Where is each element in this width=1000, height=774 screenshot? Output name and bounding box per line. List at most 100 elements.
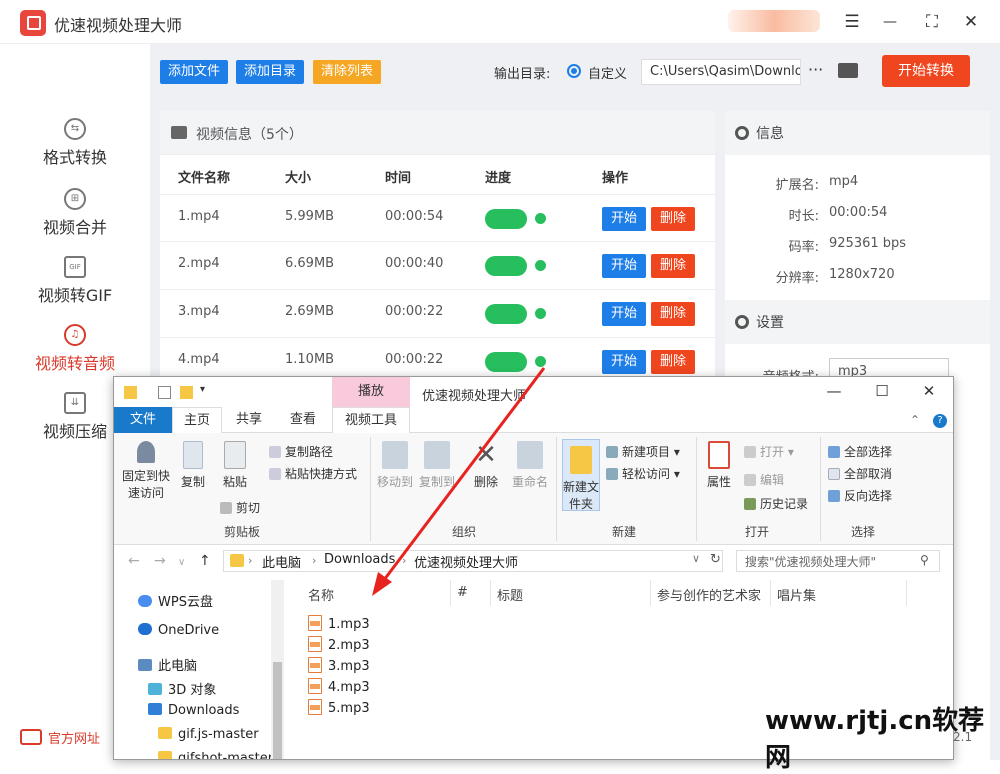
column-header-title[interactable]: 标题 — [497, 585, 523, 604]
cut-button[interactable]: 剪切 — [220, 499, 260, 516]
sidebar-item-video-to-gif[interactable]: GIF 视频转GIF — [0, 250, 150, 316]
tab-share[interactable]: 共享 — [226, 407, 272, 433]
start-button[interactable]: 开始 — [602, 350, 646, 374]
move-to-button[interactable]: 移动到 — [374, 441, 416, 490]
list-item[interactable]: 3.mp3 — [308, 657, 370, 674]
maximize-icon[interactable]: ☐ — [868, 382, 896, 400]
back-arrow-icon[interactable]: ← — [128, 553, 140, 569]
column-header-number[interactable]: # — [457, 585, 468, 600]
up-arrow-icon[interactable]: ↑ — [199, 553, 211, 569]
tab-home[interactable]: 主页 — [172, 407, 222, 433]
edit-button[interactable]: 编辑 — [744, 471, 784, 488]
sidebar-item-label: 视频压缩 — [42, 422, 107, 441]
chevron-down-icon[interactable]: ∨ — [178, 557, 185, 568]
properties-button[interactable]: 属性 — [702, 441, 736, 490]
close-icon[interactable]: ✕ — [959, 10, 983, 34]
open-folder-icon[interactable] — [838, 63, 858, 78]
copy-to-button[interactable]: 复制到 — [416, 441, 458, 490]
start-button[interactable]: 开始 — [602, 302, 646, 326]
breadcrumb-this-pc[interactable]: 此电脑 — [262, 552, 301, 571]
refresh-icon[interactable]: ↻ — [710, 552, 721, 567]
official-site-link[interactable]: 官方网址 — [48, 728, 100, 747]
nav-item-this-pc[interactable]: 此电脑 — [138, 655, 197, 674]
table-row[interactable]: 2.mp4 6.69MB 00:00:40 开始 删除 — [160, 242, 715, 290]
mp3-file-icon — [308, 636, 322, 652]
nav-item-3d-objects[interactable]: 3D 对象 — [148, 679, 216, 698]
tab-file[interactable]: 文件 — [114, 407, 172, 433]
breadcrumb-current-folder[interactable]: 优速视频处理大师 — [414, 552, 518, 571]
paste-button[interactable]: 粘贴 — [218, 441, 252, 490]
column-header-name[interactable]: 名称 — [308, 585, 334, 604]
sidebar-item-format-convert[interactable]: ⇆ 格式转换 — [0, 112, 150, 178]
output-path-field[interactable]: C:\Users\Qasim\Downloads — [641, 59, 801, 85]
list-item[interactable]: 1.mp3 — [308, 615, 370, 632]
tab-video-tools[interactable]: 视频工具 — [332, 407, 410, 433]
column-header-album[interactable]: 唱片集 — [777, 585, 816, 604]
progress-bar — [485, 304, 527, 324]
invert-selection-button[interactable]: 反向选择 — [828, 487, 892, 504]
table-row[interactable]: 3.mp4 2.69MB 00:00:22 开始 删除 — [160, 290, 715, 338]
properties-icon[interactable] — [158, 386, 171, 399]
website-icon — [20, 729, 42, 745]
nav-scrollbar-thumb[interactable] — [273, 662, 282, 759]
forward-arrow-icon[interactable]: → — [154, 553, 166, 569]
minimize-icon[interactable]: — — [878, 10, 902, 34]
delete-button[interactable]: 删除 — [651, 350, 695, 374]
table-row[interactable]: 1.mp4 5.99MB 00:00:54 开始 删除 — [160, 194, 715, 242]
delete-button[interactable]: 删除 — [651, 207, 695, 231]
list-item[interactable]: 4.mp3 — [308, 678, 370, 695]
user-account-area[interactable] — [728, 10, 820, 32]
add-directory-button[interactable]: 添加目录 — [236, 60, 305, 84]
close-icon[interactable]: ✕ — [915, 382, 943, 400]
nav-item-folder[interactable]: gifshot-master — [158, 751, 273, 759]
open-button[interactable]: 打开 ▾ — [744, 443, 794, 460]
custom-radio[interactable] — [567, 64, 581, 78]
column-header-artists[interactable]: 参与创作的艺术家 — [657, 585, 761, 604]
help-icon[interactable]: ? — [933, 414, 947, 428]
paste-shortcut-button[interactable]: 粘贴快捷方式 — [269, 465, 357, 482]
menu-icon[interactable]: ☰ — [840, 10, 864, 34]
pin-quick-access-button[interactable]: 固定到快速访问 — [120, 441, 172, 501]
start-button[interactable]: 开始 — [602, 254, 646, 278]
version-label: 2.1 — [953, 730, 973, 744]
info-value: 1280x720 — [829, 267, 895, 282]
copy-path-button[interactable]: 复制路径 — [269, 443, 333, 460]
chevron-down-icon[interactable]: ∨ — [692, 552, 700, 565]
rename-button[interactable]: 重命名 — [510, 441, 550, 490]
nav-item-wps-cloud[interactable]: WPS云盘 — [138, 591, 213, 610]
nav-item-folder[interactable]: gif.js-master — [158, 727, 259, 742]
collapse-ribbon-icon[interactable]: ⌃ — [910, 413, 920, 427]
list-item[interactable]: 5.mp3 — [308, 699, 370, 716]
nav-item-downloads[interactable]: Downloads — [148, 703, 239, 718]
start-button[interactable]: 开始 — [602, 207, 646, 231]
nav-item-onedrive[interactable]: OneDrive — [138, 623, 219, 638]
file-duration: 00:00:40 — [385, 256, 444, 271]
chevron-down-icon[interactable]: ▾ — [200, 384, 205, 395]
breadcrumb-downloads[interactable]: Downloads — [324, 552, 395, 567]
select-all-button[interactable]: 全部选择 — [828, 443, 892, 460]
clear-list-button[interactable]: 清除列表 — [313, 60, 382, 84]
maximize-icon[interactable]: ⛶ — [920, 10, 944, 34]
more-options-button[interactable]: ··· — [808, 60, 823, 79]
history-button[interactable]: 历史记录 — [744, 495, 808, 512]
new-item-button[interactable]: 新建项目 ▾ — [606, 443, 680, 460]
sidebar-item-video-to-audio[interactable]: ♫ 视频转音频 — [0, 318, 150, 384]
easy-access-button[interactable]: 轻松访问 ▾ — [606, 465, 680, 482]
new-folder-button[interactable]: 新建文件夹 — [562, 439, 600, 511]
minimize-icon[interactable]: — — [820, 382, 848, 400]
list-item[interactable]: 2.mp3 — [308, 636, 370, 653]
ribbon-separator — [820, 437, 821, 541]
delete-file-button[interactable]: ✕ 删除 — [468, 441, 504, 490]
start-convert-button[interactable]: 开始转换 — [882, 55, 970, 87]
search-input[interactable]: 搜索"优速视频处理大师" — [736, 550, 940, 572]
add-file-button[interactable]: 添加文件 — [160, 60, 229, 84]
tab-view[interactable]: 查看 — [278, 407, 328, 433]
copy-button[interactable]: 复制 — [178, 441, 208, 490]
info-key: 码率: — [788, 240, 819, 255]
custom-radio-label[interactable]: 自定义 — [588, 63, 627, 82]
new-folder-icon[interactable] — [180, 386, 193, 399]
sidebar-item-video-merge[interactable]: ⊞ 视频合并 — [0, 182, 150, 248]
delete-button[interactable]: 删除 — [651, 302, 695, 326]
delete-button[interactable]: 删除 — [651, 254, 695, 278]
select-none-button[interactable]: 全部取消 — [828, 465, 892, 482]
